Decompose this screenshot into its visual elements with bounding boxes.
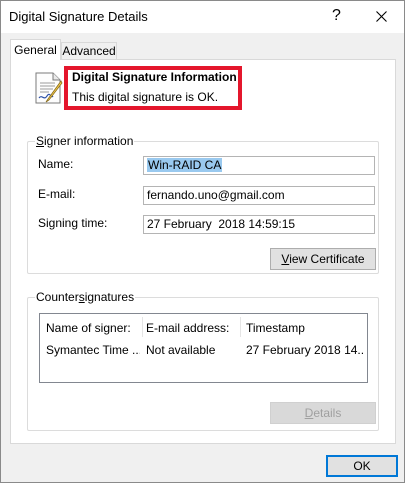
tab-advanced[interactable]: Advanced <box>61 42 117 60</box>
email-label: E-mail: <box>38 187 76 201</box>
signed-document-icon <box>35 72 63 104</box>
column-header-timestamp[interactable]: Timestamp <box>246 321 362 335</box>
column-divider[interactable] <box>240 317 241 337</box>
countersignatures-legend: Countersignatures <box>35 290 136 304</box>
details-label: etails <box>313 406 342 420</box>
signature-info-title: Digital Signature Information <box>72 70 237 84</box>
ok-button[interactable]: OK <box>326 455 398 477</box>
countersignatures-list[interactable]: Name of signer: E-mail address: Timestam… <box>39 313 368 383</box>
view-certificate-label: iew Certificate <box>289 252 365 266</box>
column-divider[interactable] <box>142 317 143 337</box>
dialog-window: Digital Signature Details ? General Adva… <box>0 0 405 483</box>
name-label: Name: <box>38 157 74 171</box>
countersignatures-group: Countersignatures Name of signer: E-mail… <box>27 290 379 431</box>
close-button[interactable] <box>359 1 404 31</box>
details-button[interactable]: Details <box>270 402 376 424</box>
signing-time-label: Signing time: <box>38 216 108 230</box>
column-header-name[interactable]: Name of signer: <box>46 321 138 335</box>
general-tab-panel: Digital Signature Information This digit… <box>10 59 396 444</box>
signer-group-legend: Signer information <box>35 134 135 148</box>
column-header-email[interactable]: E-mail address: <box>146 321 238 335</box>
tab-general[interactable]: General <box>10 39 61 60</box>
help-icon: ? <box>332 7 341 24</box>
countersignatures-legend-start: Counter <box>36 290 79 304</box>
name-field[interactable]: Win-RAID CA <box>143 156 375 175</box>
title-bar: Digital Signature Details ? <box>1 1 404 33</box>
row-email: Not available <box>146 343 216 357</box>
help-button[interactable]: ? <box>314 1 359 31</box>
countersignatures-legend-end: ignatures <box>84 290 135 304</box>
email-field[interactable]: fernando.uno@gmail.com <box>143 186 375 205</box>
signer-legend-text: igner information <box>44 134 134 148</box>
close-icon <box>376 10 387 22</box>
view-certificate-button[interactable]: View Certificate <box>270 248 376 270</box>
signing-time-field[interactable]: 27 February 2018 14:59:15 <box>143 215 375 234</box>
name-value: Win-RAID CA <box>147 158 223 172</box>
row-timestamp: 27 February 2018 14... <box>246 343 364 357</box>
signer-legend-mnemonic: S <box>36 134 45 148</box>
signer-information-group: Signer information Name: Win-RAID CA E-m… <box>27 134 379 274</box>
window-title: Digital Signature Details <box>9 9 148 24</box>
row-signer-name: Symantec Time ... <box>46 343 140 357</box>
signature-status-text: This digital signature is OK. <box>72 90 219 104</box>
